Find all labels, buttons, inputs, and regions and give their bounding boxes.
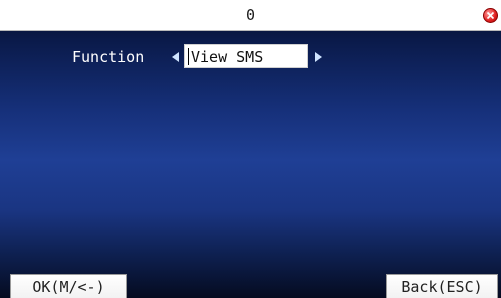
screen-title: 0: [245, 6, 256, 24]
ok-button[interactable]: OK(M/<-): [10, 274, 127, 298]
close-icon[interactable]: [483, 8, 498, 23]
text-caret: [188, 48, 189, 65]
title-bar: 0: [0, 0, 501, 31]
arrow-left-icon[interactable]: [172, 52, 179, 62]
function-label: Function: [72, 48, 145, 66]
function-value: View SMS: [191, 48, 264, 66]
arrow-right-icon[interactable]: [315, 52, 322, 62]
back-button[interactable]: Back(ESC): [386, 274, 498, 298]
function-selector[interactable]: View SMS: [184, 44, 308, 68]
device-screen: 0 Function View SMS OK(M/<-) Back(ESC): [0, 0, 501, 298]
